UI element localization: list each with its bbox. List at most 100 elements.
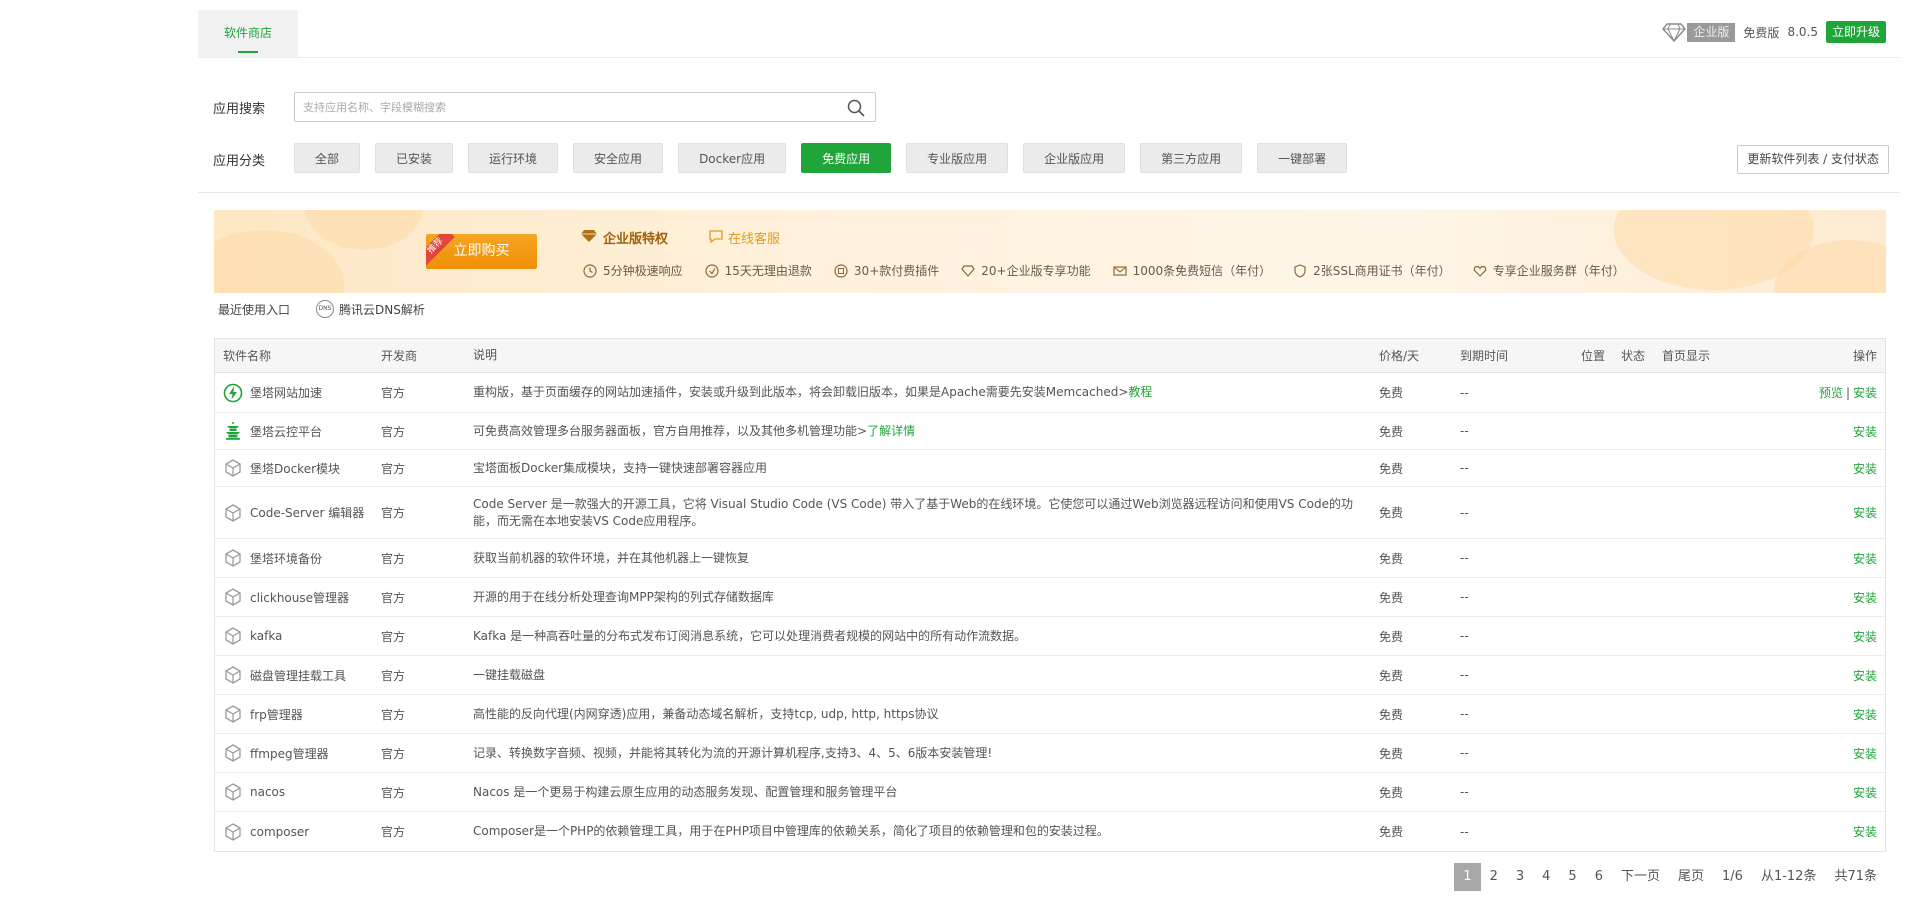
install-link[interactable]: 安装: [1853, 506, 1877, 520]
category-enterprise[interactable]: 企业版应用: [1023, 143, 1126, 173]
cell-operation: 安装: [1742, 589, 1885, 606]
dns-icon: DNS: [316, 300, 335, 318]
cell-operation: 安装: [1742, 745, 1885, 762]
description-link[interactable]: 了解详情: [867, 424, 915, 438]
category-pro[interactable]: 专业版应用: [906, 143, 1009, 173]
install-link[interactable]: 安装: [1853, 386, 1877, 400]
recent-item-dns[interactable]: DNS 腾讯云DNS解析: [316, 300, 425, 318]
software-name: 堡塔网站加速: [250, 386, 323, 400]
cell-name: nacos: [215, 782, 381, 802]
description-text: 记录、转换数字音频、视频，并能将其转化为流的开源计算机程序,支持3、4、5、6版…: [473, 745, 993, 760]
feature-item: 20+企业版专享功能: [961, 262, 1091, 279]
cell-developer: 官方: [381, 629, 406, 644]
tab-software-store[interactable]: 软件商店: [198, 10, 298, 57]
cell-name: frp管理器: [215, 704, 381, 724]
next-page-button[interactable]: 下一页: [1612, 863, 1669, 891]
diamond-icon: [581, 229, 597, 247]
category-docker[interactable]: Docker应用: [678, 143, 787, 173]
cell-developer: 官方: [381, 551, 406, 566]
category-runtime[interactable]: 运行环境: [468, 143, 559, 173]
cell-developer: 官方: [381, 746, 406, 761]
cell-expire: --: [1460, 551, 1469, 565]
software-name: Code-Server 编辑器: [250, 506, 365, 520]
tab-software-store-label: 软件商店: [223, 26, 272, 40]
software-name: nacos: [250, 785, 286, 799]
software-name: clickhouse管理器: [250, 590, 350, 605]
cell-operation: 安装: [1742, 784, 1885, 801]
category-installed[interactable]: 已安装: [375, 143, 454, 173]
last-page-button[interactable]: 尾页: [1669, 863, 1713, 891]
cell-developer: 官方: [381, 506, 406, 520]
software-name: kafka: [250, 629, 283, 643]
category-one-click-deploy[interactable]: 一键部署: [1257, 143, 1348, 173]
cell-price: 免费: [1379, 506, 1404, 520]
cell-expire: --: [1460, 505, 1469, 520]
feature-item: 30+款付费插件: [834, 262, 939, 279]
upgrade-button[interactable]: 立即升级: [1825, 21, 1886, 43]
diamond-icon: [1661, 22, 1687, 42]
cell-description: Composer是一个PHP的依赖管理工具，用于在PHP项目中管理库的依赖关系，…: [473, 823, 1379, 840]
page-1-button[interactable]: 1: [1454, 863, 1481, 891]
cell-name: 堡塔网站加速: [215, 383, 381, 403]
online-service-link[interactable]: 在线客服: [708, 228, 780, 247]
cell-description: 宝塔面板Docker集成模块，支持一键快速部署容器应用: [473, 460, 1379, 477]
install-link[interactable]: 安装: [1853, 825, 1877, 839]
cell-name: ffmpeg管理器: [215, 743, 381, 763]
page-3-button[interactable]: 3: [1507, 863, 1533, 891]
page-4-button[interactable]: 4: [1533, 863, 1559, 891]
description-text: Kafka 是一种高吞吐量的分布式发布订阅消息系统，它可以处理消费者规模的网站中…: [473, 628, 1027, 643]
search-icon[interactable]: [847, 99, 865, 117]
cell-developer: 官方: [381, 424, 406, 439]
category-all[interactable]: 全部: [294, 143, 361, 173]
cell-developer: 官方: [381, 461, 406, 476]
cell-name: 堡塔云控平台: [215, 421, 381, 441]
cell-expire: --: [1460, 629, 1469, 643]
install-link[interactable]: 安装: [1853, 591, 1877, 605]
software-name: 堡塔环境备份: [250, 551, 323, 566]
buy-now-label: 立即购买: [453, 243, 510, 259]
install-link[interactable]: 安装: [1853, 552, 1877, 566]
cube-icon: [223, 503, 243, 523]
install-link[interactable]: 安装: [1853, 630, 1877, 644]
install-link[interactable]: 安装: [1853, 786, 1877, 800]
table-row: 堡塔网站加速 官方 重构版，基于页面缓存的网站加速插件，安装或升级到此版本，将会卸载…: [215, 373, 1885, 413]
buy-now-button[interactable]: 推荐 立即购买: [426, 234, 537, 269]
edition-area: 企业版 免费版 8.0.5 立即升级: [1661, 20, 1886, 44]
software-name: 堡塔云控平台: [250, 424, 323, 439]
description-text: 高性能的反向代理(内网穿透)应用，兼备动态域名解析，支持tcp, udp, ht…: [473, 706, 939, 721]
feature-item: 专享企业服务群（年付）: [1473, 262, 1625, 279]
cell-operation: 预览 | 安装: [1742, 384, 1885, 401]
ssl-shield-icon: [1294, 263, 1306, 278]
page-2-button[interactable]: 2: [1481, 863, 1507, 891]
description-link[interactable]: 教程: [1128, 385, 1152, 399]
search-input[interactable]: [295, 93, 835, 121]
page-6-button[interactable]: 6: [1586, 863, 1612, 891]
preview-link[interactable]: 预览: [1819, 386, 1843, 400]
enterprise-badge[interactable]: 企业版: [1661, 22, 1736, 42]
install-link[interactable]: 安装: [1853, 425, 1877, 439]
cell-operation: 安装: [1742, 628, 1885, 645]
install-link[interactable]: 安装: [1853, 747, 1877, 761]
page-indicator: 1/6: [1722, 869, 1743, 884]
cell-description: Nacos 是一个更易于构建云原生应用的动态服务发现、配置管理和服务管理平台: [473, 784, 1379, 801]
category-third-party[interactable]: 第三方应用: [1140, 143, 1243, 173]
page-5-button[interactable]: 5: [1559, 863, 1585, 891]
cell-description: Code Server 是一款强大的开源工具，它将 Visual Studio …: [473, 496, 1379, 530]
install-link[interactable]: 安装: [1853, 708, 1877, 722]
category-security[interactable]: 安全应用: [573, 143, 664, 173]
category-free[interactable]: 免费应用: [801, 143, 892, 173]
feature-item: 1000条免费短信（年付）: [1112, 262, 1271, 279]
install-link[interactable]: 安装: [1853, 669, 1877, 683]
install-link[interactable]: 安装: [1853, 462, 1877, 476]
cell-price: 免费: [1379, 461, 1404, 476]
category-label: 应用分类: [213, 154, 266, 169]
cell-operation: 安装: [1742, 504, 1885, 521]
description-text: 重构版，基于页面缓存的网站加速插件，安装或升级到此版本，将会卸载旧版本，如果是A…: [473, 385, 1129, 399]
recent-item-label: 腾讯云DNS解析: [339, 302, 425, 317]
cell-name: 磁盘管理挂载工具: [215, 665, 381, 685]
cell-expire: --: [1460, 590, 1469, 604]
cell-description: 可免费高效管理多台服务器面板，官方自用推荐，以及其他多机管理功能>了解详情: [473, 423, 1379, 440]
table-row: 堡塔Docker模块 官方 宝塔面板Docker集成模块，支持一键快速部署容器应用 免…: [215, 450, 1885, 487]
refresh-list-button[interactable]: 更新软件列表 / 支付状态: [1737, 145, 1889, 174]
recommend-tag: 推荐: [426, 234, 455, 266]
